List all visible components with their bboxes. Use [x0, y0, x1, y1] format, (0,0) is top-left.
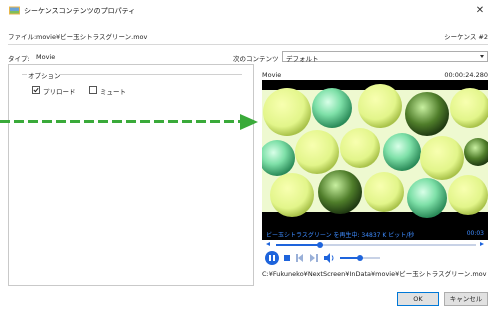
playback-status-time: 00:03: [466, 230, 484, 237]
volume-thumb[interactable]: [357, 255, 363, 261]
playback-status-bar: ビー玉シトラスグリーン を再生中: 34837 K ビット/秒 00:03: [262, 228, 488, 240]
preload-checkbox[interactable]: [32, 86, 40, 94]
next-content-label: 次のコンテンツ: [233, 55, 279, 63]
speaker-icon[interactable]: [324, 253, 335, 263]
annotation-arrow-head: [240, 114, 258, 130]
chevron-down-icon: [480, 55, 484, 58]
next-content-select[interactable]: デフォルト: [282, 51, 488, 63]
mute-checkbox[interactable]: [89, 86, 97, 94]
seek-bar-area: [262, 240, 488, 250]
preview-time: 00:00:24.280: [444, 71, 488, 79]
previous-frame-icon[interactable]: [296, 254, 304, 262]
close-button[interactable]: ✕: [471, 3, 489, 19]
options-panel: [8, 64, 254, 286]
options-group-label: オプション: [28, 72, 61, 80]
video-frame: [262, 80, 488, 228]
annotation-arrow-line: [0, 120, 240, 123]
mute-label: ミュート: [100, 88, 126, 96]
seek-forward-icon[interactable]: [480, 242, 484, 246]
options-group-line-left: [22, 74, 27, 75]
seek-back-icon[interactable]: [266, 242, 270, 246]
stop-icon[interactable]: [284, 255, 290, 261]
next-content-value: デフォルト: [286, 55, 319, 63]
folder-image-icon: [9, 6, 20, 15]
cancel-button[interactable]: キャンセル: [444, 292, 488, 306]
seek-progress: [276, 244, 320, 246]
pause-icon[interactable]: [265, 251, 279, 265]
file-label: ファイル:: [8, 33, 37, 41]
file-name: movie¥ビー玉シトラスグリーン.mov: [36, 33, 148, 41]
player-controls: [262, 250, 488, 266]
sequence-number: シーケンス #2: [444, 33, 488, 41]
preload-label: プリロード: [43, 88, 76, 96]
type-label: タイプ:: [8, 55, 30, 63]
ok-button[interactable]: OK: [397, 292, 439, 306]
file-path: C:¥Fukuneko¥NextScreen¥InData¥movie¥ビー玉シ…: [262, 270, 487, 278]
seek-thumb[interactable]: [317, 242, 323, 248]
header-divider: [8, 44, 488, 45]
options-group-line: [60, 74, 242, 75]
window-title: シーケンスコンテンツのプロパティ: [24, 7, 136, 15]
type-value: Movie: [36, 53, 56, 61]
next-frame-icon[interactable]: [310, 254, 318, 262]
preview-label: Movie: [262, 71, 282, 79]
checkmark-icon: [33, 87, 39, 93]
playback-status-text: ビー玉シトラスグリーン を再生中: 34837 K ビット/秒: [266, 232, 415, 239]
marbles-video-image: [262, 80, 488, 228]
